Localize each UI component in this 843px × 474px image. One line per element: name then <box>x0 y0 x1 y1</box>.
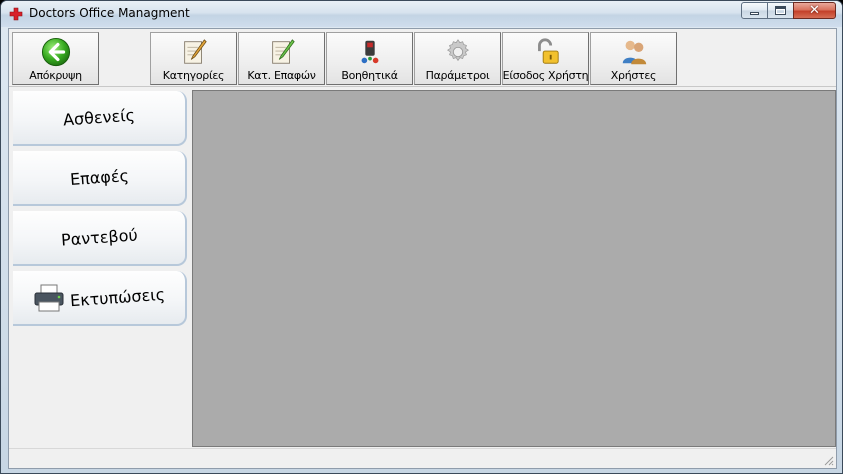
maximize-button[interactable] <box>767 2 794 19</box>
utilities-label: Βοηθητικά <box>341 69 398 82</box>
users-label: Χρήστες <box>610 69 657 82</box>
minimize-button[interactable] <box>741 2 768 19</box>
title-bar[interactable]: Doctors Office Managment ✕ <box>1 1 842 27</box>
user-login-button[interactable]: Είσοδος Χρήστη <box>502 32 589 85</box>
window-title: Doctors Office Managment <box>29 6 190 20</box>
notepad-pencil-icon <box>183 39 207 64</box>
hide-label: Απόκρυψη <box>29 69 82 82</box>
unlocked-padlock-icon <box>537 38 559 64</box>
back-arrow-icon <box>41 37 70 67</box>
sidebar: Ασθενείς Επαφές Ραντεβού Εκτυπώσεις <box>9 88 191 448</box>
gear-icon <box>446 39 469 62</box>
sidebar-item-label: Ραντεβού <box>60 225 138 250</box>
parameters-button[interactable]: Παράμετροι <box>414 32 501 85</box>
app-window: Doctors Office Managment ✕ Απόκρυψη Κατη… <box>0 0 843 474</box>
resize-grip-icon[interactable] <box>822 454 834 466</box>
maximize-icon <box>775 6 786 15</box>
users-icon <box>622 40 646 65</box>
sidebar-item-label: Επαφές <box>68 165 130 190</box>
notepad-pencil-green-icon <box>271 39 295 64</box>
hide-button[interactable]: Απόκρυψη <box>12 32 99 85</box>
sidebar-item-label: Εκτυπώσεις <box>69 284 167 311</box>
tools-icon <box>361 40 378 64</box>
status-bar <box>9 448 836 468</box>
toolbar: Απόκρυψη Κατηγορίες Κατ. Επαφών Βοηθητικ… <box>9 29 836 87</box>
client-area: Απόκρυψη Κατηγορίες Κατ. Επαφών Βοηθητικ… <box>8 28 837 469</box>
utilities-button[interactable]: Βοηθητικά <box>326 32 413 85</box>
sidebar-item-label: Ασθενείς <box>62 105 136 130</box>
categories-label: Κατηγορίες <box>162 69 225 82</box>
contact-categories-button[interactable]: Κατ. Επαφών <box>238 32 325 85</box>
categories-button[interactable]: Κατηγορίες <box>150 32 237 85</box>
printer-icon <box>34 284 64 311</box>
medical-cross-icon <box>9 7 23 21</box>
sidebar-item-prints[interactable]: Εκτυπώσεις <box>13 271 187 326</box>
user-login-label: Είσοδος Χρήστη <box>502 69 589 82</box>
contact-categories-label: Κατ. Επαφών <box>247 69 316 82</box>
window-controls: ✕ <box>741 2 836 19</box>
minimize-icon <box>750 12 759 15</box>
sidebar-item-patients[interactable]: Ασθενείς <box>13 91 187 146</box>
close-icon: ✕ <box>809 3 820 18</box>
parameters-label: Παράμετροι <box>425 69 490 82</box>
users-button[interactable]: Χρήστες <box>590 32 677 85</box>
mdi-workspace[interactable] <box>192 90 836 447</box>
close-button[interactable]: ✕ <box>793 2 836 19</box>
sidebar-item-appointments[interactable]: Ραντεβού <box>13 211 187 266</box>
sidebar-item-contacts[interactable]: Επαφές <box>13 151 187 206</box>
